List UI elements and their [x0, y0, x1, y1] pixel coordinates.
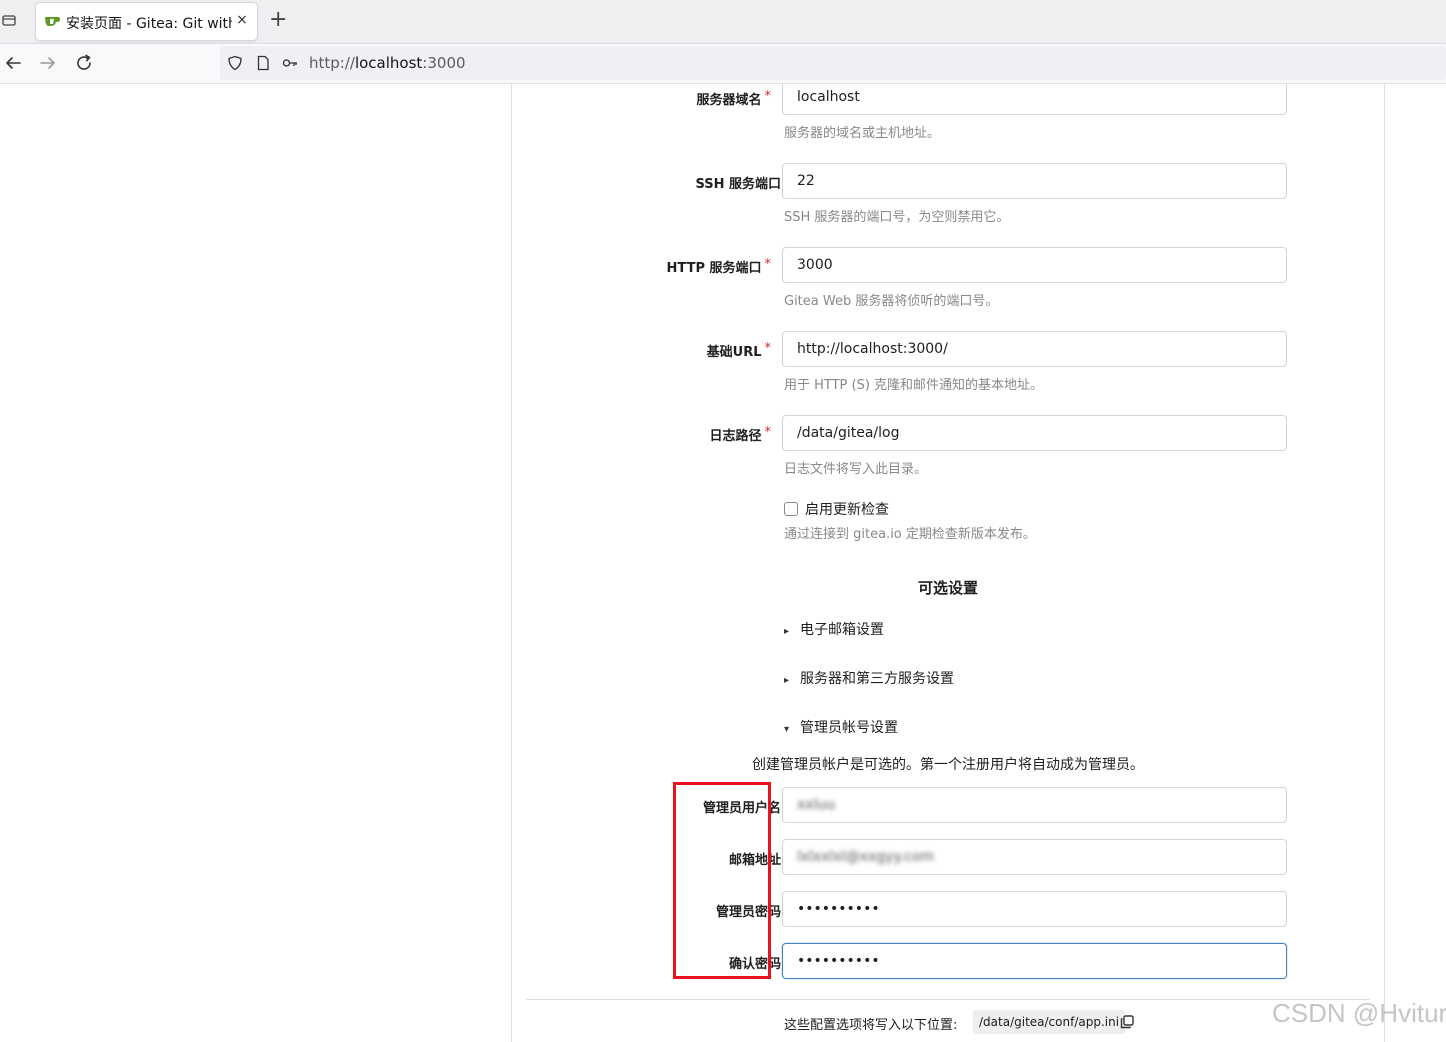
- copy-icon[interactable]: [1119, 1014, 1135, 1030]
- page-info-icon[interactable]: [255, 55, 271, 71]
- domain-help: 服务器的域名或主机地址。: [784, 126, 941, 141]
- browser-tab-active[interactable]: 安装页面 - Gitea: Git with ×: [35, 2, 258, 41]
- required-mark: *: [764, 425, 772, 440]
- admin-note: 创建管理员帐户是可选的。第一个注册用户将自动成为管理员。: [752, 757, 1144, 773]
- ssh-port-label: SSH 服务端口: [695, 177, 781, 192]
- log-path-help: 日志文件将写入此目录。: [784, 462, 928, 477]
- http-port-input[interactable]: 3000: [782, 247, 1287, 283]
- gitea-favicon-icon: [45, 17, 60, 26]
- ssh-port-help: SSH 服务器的端口号，为空则禁用它。: [784, 210, 1010, 225]
- server-settings-toggle[interactable]: ▸ 服务器和第三方服务设置: [784, 668, 954, 688]
- update-check-help: 通过连接到 gitea.io 定期检查新版本发布。: [784, 527, 1036, 542]
- required-mark: *: [764, 257, 772, 272]
- browser-tab-bar: 安装页面 - Gitea: Git with × +: [0, 0, 1446, 44]
- base-url-label: 基础URL *: [706, 341, 772, 360]
- url-bar[interactable]: http://localhost:3000: [220, 46, 1446, 80]
- tab-list-icon[interactable]: [2, 13, 16, 27]
- highlight-box: [673, 782, 771, 979]
- base-url-help: 用于 HTTP (S) 克隆和邮件通知的基本地址。: [784, 378, 1044, 393]
- admin-email-input[interactable]: lxlxxlxl@xxgyy.com: [782, 839, 1287, 875]
- update-check-checkbox[interactable]: [784, 502, 798, 516]
- shield-icon[interactable]: [227, 55, 243, 71]
- admin-username-input[interactable]: xxluu: [782, 787, 1287, 823]
- log-path-input[interactable]: /data/gitea/log: [782, 415, 1287, 451]
- new-tab-button[interactable]: +: [269, 9, 287, 31]
- page-viewport: 服务器域名 * localhost 服务器的域名或主机地址。 SSH 服务端口 2…: [0, 84, 1446, 1042]
- http-port-help: Gitea Web 服务器将侦听的端口号。: [784, 294, 999, 309]
- optional-settings-title: 可选设置: [917, 579, 978, 597]
- admin-password-input[interactable]: ••••••••••: [782, 891, 1287, 927]
- domain-label: 服务器域名 *: [696, 89, 771, 108]
- base-url-input[interactable]: http://localhost:3000/: [782, 331, 1287, 367]
- email-settings-toggle[interactable]: ▸ 电子邮箱设置: [784, 619, 884, 639]
- footer-divider: [526, 999, 1370, 1000]
- config-location-text: 这些配置选项将写入以下位置:: [784, 1018, 958, 1033]
- admin-settings-toggle[interactable]: ▾ 管理员帐号设置: [784, 717, 898, 737]
- caret-right-icon: ▸: [784, 626, 790, 637]
- back-arrow-icon[interactable]: [2, 52, 24, 74]
- tab-title: 安装页面 - Gitea: Git with: [66, 16, 232, 32]
- tab-close-icon[interactable]: ×: [235, 12, 249, 28]
- update-check-label[interactable]: 启用更新检查: [805, 499, 889, 519]
- watermark: CSDN @Hvitur: [1272, 998, 1446, 1028]
- domain-input[interactable]: localhost: [782, 84, 1287, 115]
- install-form-panel: 服务器域名 * localhost 服务器的域名或主机地址。 SSH 服务端口 2…: [511, 84, 1385, 1042]
- caret-down-icon: ▾: [784, 724, 790, 735]
- caret-right-icon: ▸: [784, 675, 790, 686]
- ssh-port-input[interactable]: 22: [782, 163, 1287, 199]
- url-text[interactable]: http://localhost:3000: [309, 54, 466, 72]
- http-port-label: HTTP 服务端口 *: [666, 257, 772, 276]
- config-path: /data/gitea/conf/app.ini: [973, 1010, 1126, 1034]
- confirm-password-input[interactable]: ••••••••••: [782, 943, 1287, 979]
- reload-icon[interactable]: [73, 52, 95, 74]
- forward-arrow-icon[interactable]: [37, 52, 59, 74]
- required-mark: *: [764, 341, 772, 356]
- log-path-label: 日志路径 *: [709, 425, 771, 444]
- key-icon[interactable]: [282, 55, 298, 71]
- required-mark: *: [764, 89, 772, 104]
- browser-nav-bar: http://localhost:3000: [0, 44, 1446, 84]
